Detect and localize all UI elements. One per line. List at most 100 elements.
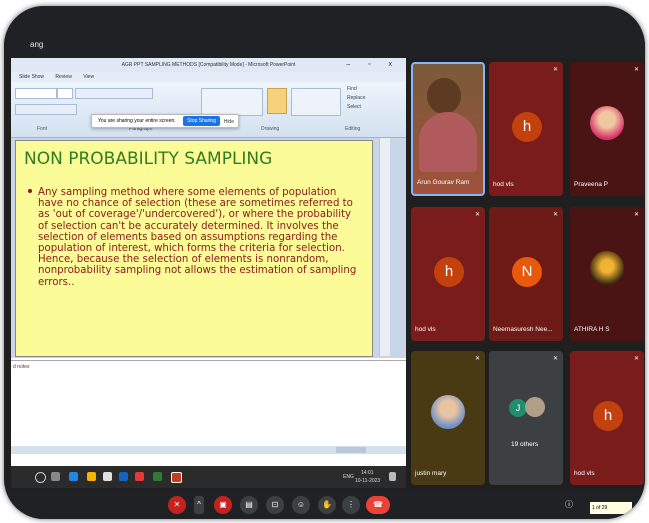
mic-off-icon[interactable]: ✕ xyxy=(168,496,186,514)
mic-off-icon: ✕ xyxy=(474,212,480,218)
participant-tile[interactable]: ✕ h hod vls xyxy=(411,207,485,341)
others-tile[interactable]: ✕ J 19 others xyxy=(489,351,563,485)
participant-shirt xyxy=(419,112,477,172)
meeting-header: ang xyxy=(4,6,645,58)
mic-off-icon: ✕ xyxy=(552,212,558,218)
tab-view[interactable]: View xyxy=(83,74,94,80)
avatar xyxy=(590,106,624,140)
powerpoint-window: AGR PPT SAMPLING METHODS [Compatibility … xyxy=(11,58,406,466)
raise-hand-icon[interactable]: ✋ xyxy=(318,496,336,514)
reactions-icon[interactable]: ☺ xyxy=(292,496,310,514)
clock-time[interactable]: 14:01 xyxy=(361,470,374,476)
presenter-label: ang xyxy=(30,40,44,49)
others-count: 19 others xyxy=(511,441,539,448)
avatar: N xyxy=(512,257,542,287)
leave-call-icon[interactable]: ☎ xyxy=(366,496,390,514)
mic-off-icon: ✕ xyxy=(474,356,480,362)
share-banner-text: You are sharing your entire screen. xyxy=(98,118,176,124)
language-indicator[interactable]: ENG xyxy=(343,474,354,480)
tab-review[interactable]: Review xyxy=(55,74,71,80)
format-buttons[interactable] xyxy=(15,104,77,115)
font-name-box[interactable] xyxy=(15,88,57,99)
participant-name: ATHIRA H S xyxy=(574,326,610,333)
participant-tile[interactable]: ✕ justin mary xyxy=(411,351,485,485)
file-explorer-icon[interactable] xyxy=(87,472,96,481)
group-label-editing: Editing xyxy=(345,126,361,132)
powerpoint-icon[interactable] xyxy=(171,472,182,483)
participant-tile[interactable]: ✕ ATHIRA H S xyxy=(570,207,644,341)
arrange-button[interactable] xyxy=(267,88,287,114)
notes-placeholder: d notes xyxy=(13,364,30,370)
group-label-drawing: Drawing xyxy=(261,126,280,132)
window-title-bar: AGR PPT SAMPLING METHODS [Compatibility … xyxy=(11,58,406,72)
notification-icon[interactable] xyxy=(389,472,396,481)
vertical-scrollbar[interactable] xyxy=(379,138,390,356)
present-icon[interactable]: ⊡ xyxy=(266,496,284,514)
avatar: h xyxy=(434,257,464,287)
replace-button[interactable]: Replace xyxy=(347,95,365,101)
screen-share-banner: You are sharing your entire screen. Stop… xyxy=(91,114,239,128)
shapes-gallery[interactable] xyxy=(201,88,263,116)
participant-name: hod vls xyxy=(415,326,436,333)
participant-tile[interactable]: ✕ Praveena P xyxy=(570,62,644,196)
chrome-icon[interactable] xyxy=(135,472,144,481)
captions-icon[interactable]: ▤ xyxy=(240,496,258,514)
participant-tile[interactable]: Arun Gourav Ram xyxy=(411,62,485,196)
participant-name: justin mary xyxy=(415,470,447,477)
tab-slide-show[interactable]: Slide Show xyxy=(19,74,44,80)
group-label-font: Font xyxy=(37,126,48,132)
notes-pane[interactable]: d notes xyxy=(11,360,406,447)
slide-pane: NON PROBABILITY SAMPLING Any sampling me… xyxy=(11,138,406,358)
font-size-box[interactable] xyxy=(57,88,73,99)
participant-name: Arun Gourav Ram xyxy=(417,179,470,186)
windows-taskbar: ENG 14:01 10-11-2023 xyxy=(11,466,406,488)
view-buttons[interactable] xyxy=(336,447,366,453)
participant-tile[interactable]: ✕ N Neemasuresh Nee... xyxy=(489,207,563,341)
participant-tile[interactable]: ✕ h hod vls xyxy=(489,62,563,196)
avatar xyxy=(431,395,465,429)
slide-title: NON PROBABILITY SAMPLING xyxy=(24,149,273,169)
edge-icon[interactable] xyxy=(69,472,78,481)
participant-name: hod vls xyxy=(493,181,514,188)
store-icon[interactable] xyxy=(103,472,112,481)
select-button[interactable]: Select xyxy=(347,104,361,110)
participant-name: Neemasuresh Nee... xyxy=(493,326,553,333)
ribbon: Find Replace Select Font Paragraph Drawi… xyxy=(11,82,406,138)
mic-off-icon: ✕ xyxy=(633,67,639,73)
avatar: h xyxy=(593,401,623,431)
info-icon[interactable]: ⓘ xyxy=(560,496,578,514)
avatar xyxy=(525,397,545,417)
camera-off-icon[interactable]: ▣ xyxy=(214,496,232,514)
task-view-icon[interactable] xyxy=(51,472,60,481)
screen-frame: ang AGR PPT SAMPLING METHODS [Compatibil… xyxy=(4,6,645,519)
ribbon-tabs: Slide Show Review View xyxy=(11,72,406,82)
meeting-controls: ✕ ^ ▣ ▤ ⊡ ☺ ✋ ⋮ ☎ ⓘ 1 of 29 xyxy=(4,490,645,519)
slide: NON PROBABILITY SAMPLING Any sampling me… xyxy=(15,140,373,357)
participant-tile[interactable]: ✕ h hod vls xyxy=(570,351,644,485)
find-button[interactable]: Find xyxy=(347,86,357,92)
participant-name: hod vls xyxy=(574,470,595,477)
app-icon[interactable] xyxy=(153,472,162,481)
avatar xyxy=(590,251,624,285)
status-bar xyxy=(11,446,406,454)
shape-fill-options[interactable] xyxy=(291,88,341,116)
clock-date[interactable]: 10-11-2023 xyxy=(355,478,380,484)
mail-icon[interactable] xyxy=(119,472,128,481)
bullet-icon xyxy=(28,189,32,193)
stop-sharing-button[interactable]: Stop Sharing xyxy=(183,116,220,126)
participant-name: Praveena P xyxy=(574,181,608,188)
mic-off-icon: ✕ xyxy=(633,356,639,362)
paragraph-buttons[interactable] xyxy=(75,88,153,99)
mic-off-icon: ✕ xyxy=(552,356,558,362)
search-icon[interactable] xyxy=(35,472,46,483)
window-title: AGR PPT SAMPLING METHODS [Compatibility … xyxy=(121,62,296,68)
slide-body-text: Any sampling method where some elements … xyxy=(38,187,357,288)
hide-banner-button[interactable]: Hide xyxy=(224,116,234,128)
window-controls[interactable]: – ▫ x xyxy=(346,58,400,72)
mic-off-icon: ✕ xyxy=(633,212,639,218)
mic-options-icon[interactable]: ^ xyxy=(194,496,204,514)
page-indicator: 1 of 29 xyxy=(590,502,632,514)
mic-off-icon: ✕ xyxy=(552,67,558,73)
participant-video xyxy=(427,78,461,114)
more-options-icon[interactable]: ⋮ xyxy=(342,496,360,514)
